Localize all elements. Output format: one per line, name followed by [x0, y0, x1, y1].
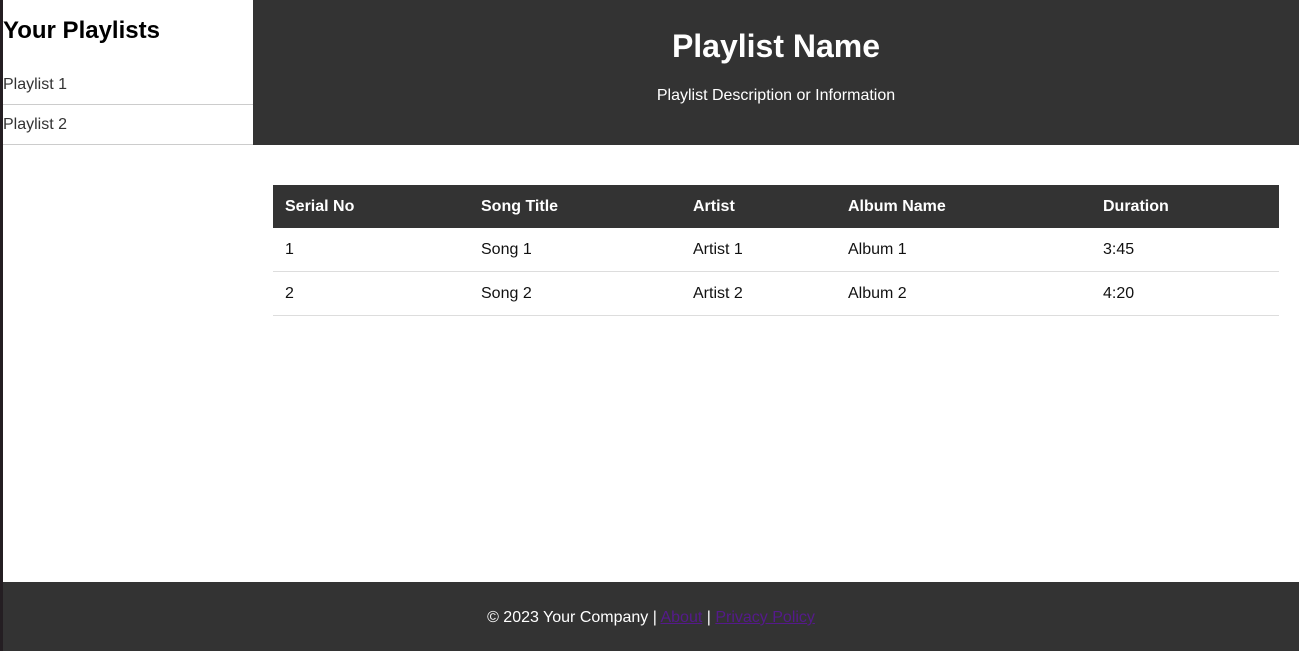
footer-copyright: © 2023 Your Company |	[487, 609, 657, 626]
sidebar: Your Playlists Playlist 1 Playlist 2	[3, 0, 253, 145]
column-header-serial-no: Serial No	[273, 185, 469, 228]
cell-serial-no: 1	[273, 228, 469, 272]
cell-serial-no: 2	[273, 271, 469, 316]
sidebar-item-playlist-1[interactable]: Playlist 1	[3, 65, 253, 105]
cell-album-name: Album 2	[836, 271, 1091, 316]
footer: © 2023 Your Company | About | Privacy Po…	[3, 582, 1299, 651]
cell-song-title: Song 2	[469, 271, 681, 316]
column-header-song-title: Song Title	[469, 185, 681, 228]
playlist-title: Playlist Name	[671, 28, 881, 64]
cell-song-title: Song 1	[469, 228, 681, 272]
cell-duration: 3:45	[1091, 228, 1279, 272]
cell-artist: Artist 2	[681, 271, 836, 316]
column-header-duration: Duration	[1091, 185, 1279, 228]
footer-link-about[interactable]: About	[660, 609, 702, 626]
page: Your Playlists Playlist 1 Playlist 2 Pla…	[0, 0, 1299, 651]
column-header-artist: Artist	[681, 185, 836, 228]
sidebar-title: Your Playlists	[3, 17, 160, 44]
table-row[interactable]: 1 Song 1 Artist 1 Album 1 3:45	[273, 228, 1279, 272]
sidebar-item-playlist-2[interactable]: Playlist 2	[3, 105, 253, 145]
footer-content: © 2023 Your Company | About | Privacy Po…	[3, 608, 1299, 628]
cell-artist: Artist 1	[681, 228, 836, 272]
playlist-description: Playlist Description or Information	[656, 87, 896, 104]
playlist-header: Playlist Name Playlist Description or In…	[253, 0, 1299, 145]
column-header-album-name: Album Name	[836, 185, 1091, 228]
cell-duration: 4:20	[1091, 271, 1279, 316]
playlist-list: Playlist 1 Playlist 2	[3, 65, 253, 145]
table-row[interactable]: 2 Song 2 Artist 2 Album 2 4:20	[273, 271, 1279, 316]
table-header-row: Serial No Song Title Artist Album Name D…	[273, 185, 1279, 228]
footer-separator: |	[706, 609, 711, 626]
cell-album-name: Album 1	[836, 228, 1091, 272]
footer-link-privacy-policy[interactable]: Privacy Policy	[715, 609, 815, 626]
songs-table: Serial No Song Title Artist Album Name D…	[273, 185, 1279, 316]
